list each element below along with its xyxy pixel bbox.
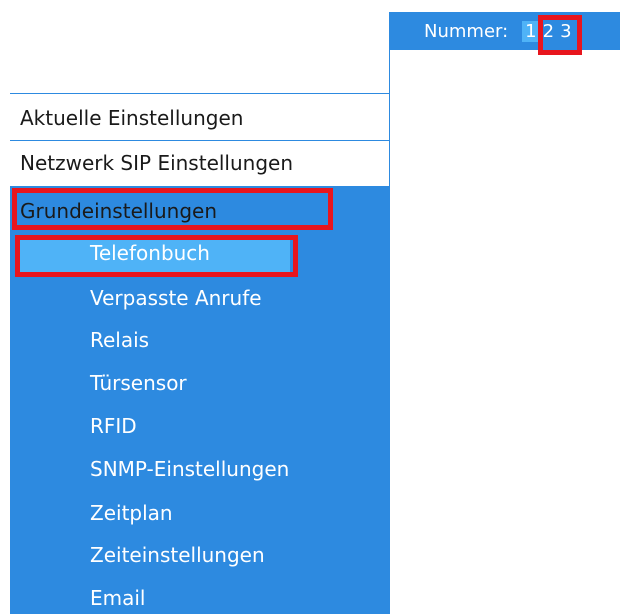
submenu-item-snmp[interactable]: SNMP-Einstellungen: [90, 457, 289, 481]
submenu-item-rfid[interactable]: RFID: [90, 414, 137, 438]
menu-top-rule: [10, 93, 389, 94]
submenu-item-zeitplan[interactable]: Zeitplan: [90, 501, 173, 525]
submenu-item-tuersensor[interactable]: Türsensor: [90, 371, 187, 395]
number-bar: Nummer: 1 2 3: [389, 12, 620, 50]
submenu-item-telefonbuch[interactable]: Telefonbuch: [90, 241, 210, 265]
content-divider: [389, 50, 390, 614]
menu-item-aktuelle-einstellungen[interactable]: Aktuelle Einstellungen: [20, 106, 243, 130]
menu-item-netzwerk-sip[interactable]: Netzwerk SIP Einstellungen: [20, 151, 293, 175]
page-3-link[interactable]: 3: [557, 21, 574, 42]
submenu-item-relais[interactable]: Relais: [90, 328, 149, 352]
submenu-item-email[interactable]: Email: [90, 586, 146, 610]
menu-rule-1: [10, 140, 389, 141]
submenu-item-verpasste-anrufe[interactable]: Verpasste Anrufe: [90, 286, 262, 310]
submenu-item-zeiteinstellungen[interactable]: Zeiteinstellungen: [90, 543, 265, 567]
page-1-link[interactable]: 1: [522, 20, 540, 42]
number-label: Nummer:: [424, 20, 509, 42]
page-2-link[interactable]: 2: [540, 21, 557, 42]
menu-item-grundeinstellungen[interactable]: Grundeinstellungen: [20, 199, 217, 223]
